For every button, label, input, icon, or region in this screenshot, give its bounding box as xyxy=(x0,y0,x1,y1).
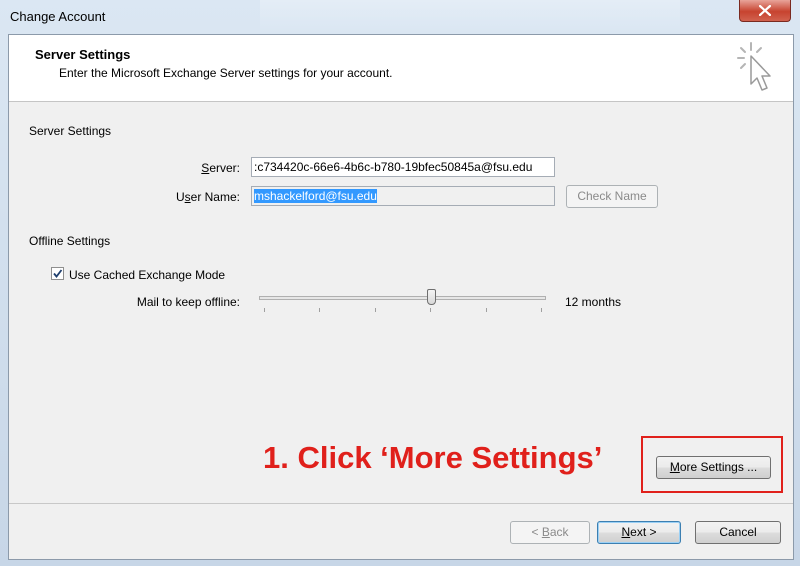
close-button[interactable] xyxy=(739,0,791,22)
annotation-highlight-box xyxy=(641,436,783,493)
slider-tick xyxy=(430,308,432,312)
dialog-header: Server Settings Enter the Microsoft Exch… xyxy=(9,35,793,102)
title-bar[interactable]: Change Account xyxy=(0,0,800,34)
close-icon xyxy=(759,5,771,16)
check-name-button[interactable]: Check Name xyxy=(566,185,658,208)
username-field[interactable]: mshackelford@fsu.edu xyxy=(251,186,555,206)
page-subtitle: Enter the Microsoft Exchange Server sett… xyxy=(59,66,393,80)
page-title: Server Settings xyxy=(35,47,131,62)
server-label: Server: xyxy=(201,161,240,175)
slider-tick xyxy=(374,308,376,312)
footer-separator xyxy=(9,503,793,504)
username-label: User Name: xyxy=(175,190,240,204)
mail-offline-slider-track[interactable] xyxy=(259,296,546,300)
next-button[interactable]: Next > xyxy=(597,521,681,544)
mail-offline-label: Mail to keep offline: xyxy=(136,295,240,309)
slider-tick xyxy=(264,308,265,312)
change-account-window: Change Account Server Settings Enter the… xyxy=(0,0,800,566)
mail-offline-value: 12 months xyxy=(565,295,622,309)
slider-tick xyxy=(541,308,542,312)
cancel-button[interactable]: Cancel xyxy=(695,521,781,544)
slider-tick xyxy=(319,308,321,312)
cursor-click-icon xyxy=(735,39,779,97)
back-button[interactable]: < Back xyxy=(510,521,590,544)
mail-offline-slider-thumb[interactable] xyxy=(427,289,437,305)
cached-mode-label: Use Cached Exchange Mode xyxy=(69,268,226,282)
instruction-annotation: 1. Click ‘More Settings’ xyxy=(263,440,603,475)
server-field[interactable]: :c734420c-66e6-4b6c-b780-19bfec50845a@fs… xyxy=(251,157,555,177)
background-ghost xyxy=(260,0,680,34)
cached-mode-checkbox[interactable] xyxy=(51,267,64,280)
slider-tick xyxy=(485,308,487,312)
window-title: Change Account xyxy=(10,9,106,24)
server-settings-group-label: Server Settings xyxy=(29,124,112,138)
offline-settings-group-label: Offline Settings xyxy=(29,234,111,248)
